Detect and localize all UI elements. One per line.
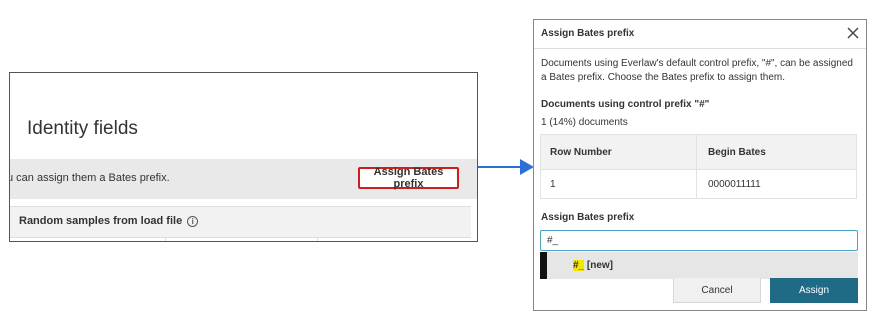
cell-row-number: 1: [540, 169, 697, 199]
assign-bates-prefix-dialog: Assign Bates prefix Documents using Ever…: [533, 19, 867, 311]
banner-text: u can assign them a Bates prefix.: [9, 172, 170, 184]
dialog-title: Assign Bates prefix: [541, 28, 635, 39]
suggestion-match: #_: [573, 260, 585, 271]
assign-bates-prefix-button[interactable]: Assign Bates prefix: [358, 166, 459, 190]
column-header-begin-bates: Begin Bates: [696, 134, 857, 170]
table-header-row: Row Number Begin Bates: [540, 134, 857, 170]
dialog-description: Documents using Everlaw's default contro…: [541, 58, 853, 83]
random-samples-card: Random samples from load file i: [10, 206, 471, 241]
info-banner: u can assign them a Bates prefix. Assign…: [9, 159, 477, 199]
prefix-suggestion-option[interactable]: #_ [new]: [540, 252, 858, 279]
close-icon: [847, 27, 859, 39]
column-divider: [165, 238, 166, 241]
assign-prefix-label: Assign Bates prefix: [541, 212, 635, 223]
suggestion-new-tag: [new]: [584, 260, 614, 271]
samples-table-header: [10, 237, 471, 241]
dialog-header: Assign Bates prefix: [534, 20, 866, 49]
info-icon[interactable]: i: [187, 215, 199, 227]
right-arrow-icon: [478, 159, 534, 175]
bates-prefix-input[interactable]: [540, 230, 858, 251]
page-title: Identity fields: [27, 118, 138, 139]
close-button[interactable]: [844, 24, 862, 42]
cancel-button[interactable]: Cancel: [673, 278, 761, 303]
assign-button[interactable]: Assign: [770, 278, 858, 303]
identity-fields-panel: Identity fields u can assign them a Bate…: [9, 72, 478, 242]
table-row: 1 0000011111: [540, 169, 857, 199]
documents-table: Row Number Begin Bates 1 0000011111: [540, 134, 857, 199]
column-header-row-number: Row Number: [540, 134, 697, 170]
column-divider: [317, 238, 318, 241]
suggestion-label: #_ [new]: [573, 260, 613, 271]
samples-heading: Random samples from load file i: [19, 215, 199, 227]
control-prefix-heading: Documents using control prefix "#": [541, 99, 710, 110]
samples-title: Random samples from load file: [19, 215, 183, 227]
selection-indicator: [540, 252, 547, 279]
cell-begin-bates: 0000011111: [696, 169, 857, 199]
document-count: 1 (14%) documents: [541, 117, 628, 128]
